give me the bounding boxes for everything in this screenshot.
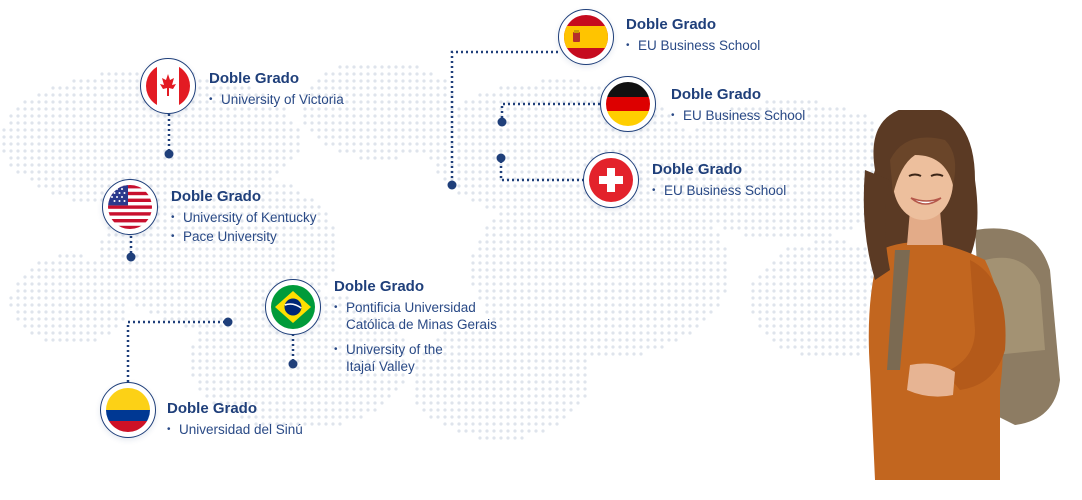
program-colombia: Doble Grado Universidad del Sinú — [167, 400, 303, 438]
program-heading: Doble Grado — [626, 16, 717, 33]
program-heading: Doble Grado — [334, 278, 425, 295]
switzerland-flag-icon — [583, 152, 639, 208]
university-name: Pontificia Universidad Católica de Minas… — [334, 299, 506, 333]
connector-dot — [223, 317, 233, 327]
university-name: Universidad del Sinú — [167, 421, 303, 438]
double-degree-map: Doble Grado EU Business School Doble Gra… — [0, 0, 1082, 500]
connector-germany — [500, 102, 600, 122]
program-heading: Doble Grado — [167, 400, 258, 417]
program-spain: Doble Grado EU Business School — [626, 16, 760, 54]
connector-colombia — [126, 320, 228, 382]
university-name: EU Business School — [671, 107, 805, 124]
colombia-flag-icon — [100, 382, 156, 438]
connector-dot — [164, 149, 174, 159]
spain-flag-icon — [558, 9, 614, 65]
program-switzerland: Doble Grado EU Business School — [652, 161, 786, 199]
connector-spain — [450, 50, 558, 184]
program-brazil: Doble Grado Pontificia Universidad Catól… — [334, 278, 506, 375]
connector-dot — [126, 252, 136, 262]
connector-dot — [496, 153, 506, 163]
program-heading: Doble Grado — [209, 70, 300, 87]
program-usa: Doble Grado University of Kentucky Pace … — [171, 188, 317, 245]
connector-dot — [497, 117, 507, 127]
university-name: Pace University — [171, 228, 317, 245]
student-photo — [863, 110, 1060, 480]
university-name: EU Business School — [626, 37, 760, 54]
program-heading: Doble Grado — [671, 86, 762, 103]
canada-flag-icon — [140, 58, 196, 114]
germany-flag-icon — [600, 76, 656, 132]
connector-switzerland — [499, 158, 584, 182]
university-name: University of the Itajaí Valley — [334, 341, 506, 375]
university-name: EU Business School — [652, 182, 786, 199]
program-germany: Doble Grado EU Business School — [671, 86, 805, 124]
connector-dot — [447, 180, 457, 190]
university-name: University of Kentucky — [171, 209, 317, 226]
program-canada: Doble Grado University of Victoria — [209, 70, 344, 108]
usa-flag-icon — [102, 179, 158, 235]
program-heading: Doble Grado — [171, 188, 262, 205]
university-name-line: Pontificia Universidad Católica de Minas… — [346, 300, 497, 332]
university-name: University of Victoria — [209, 91, 344, 108]
brazil-flag-icon — [265, 279, 321, 335]
university-name-line: University of the Itajaí Valley — [346, 342, 443, 374]
connector-dot — [288, 359, 298, 369]
program-heading: Doble Grado — [652, 161, 743, 178]
